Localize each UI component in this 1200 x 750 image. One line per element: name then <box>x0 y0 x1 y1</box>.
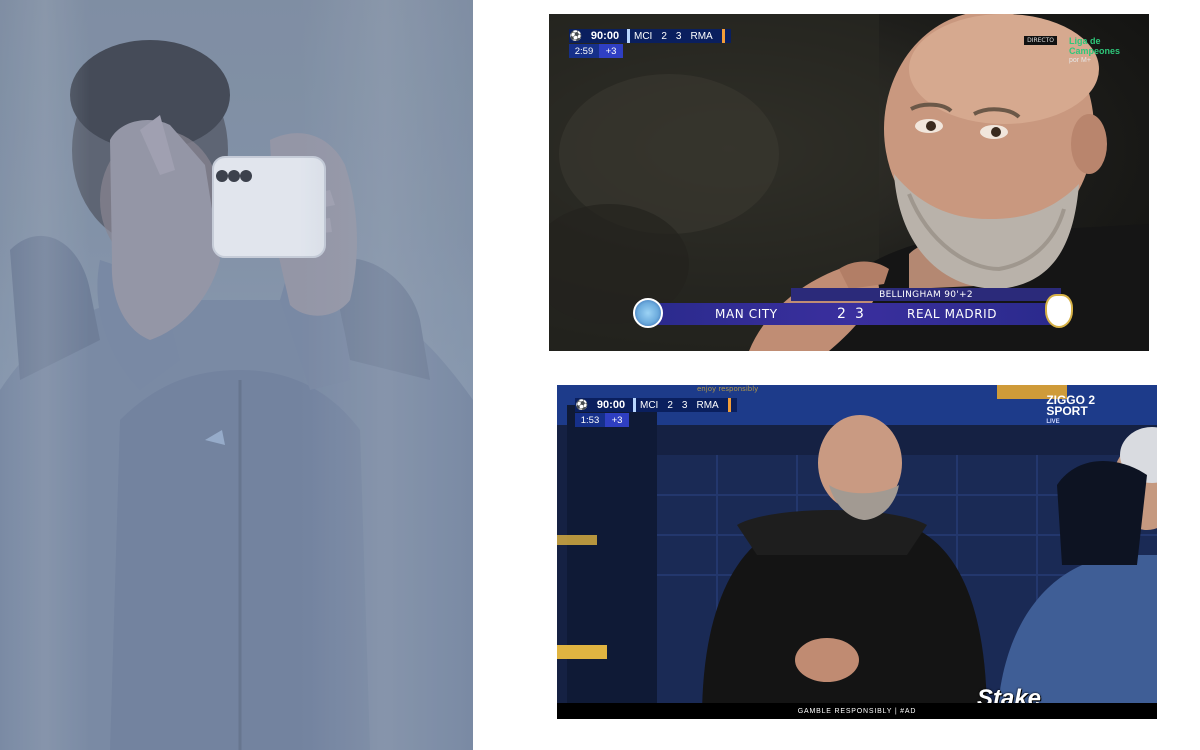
home-score: 2 <box>667 399 673 411</box>
channel-by: por M+ <box>1069 57 1091 64</box>
clock: 2:59 <box>569 44 599 58</box>
home-abbr: MCI <box>634 30 653 42</box>
home-score: 2 <box>661 30 667 42</box>
bench-scene <box>557 385 1157 719</box>
match-time: 90:00 <box>583 29 627 43</box>
clock: 1:53 <box>575 413 605 427</box>
away-score: 3 <box>681 399 688 411</box>
added-time: +3 <box>599 44 623 58</box>
away-abbr: RMA <box>696 399 719 411</box>
channel-name: Liga de Campeones <box>1069 36 1121 56</box>
champions-league-icon: ⚽ <box>569 29 583 43</box>
away-score: 3 <box>675 30 682 42</box>
away-team-name: REAL MADRID <box>907 307 998 321</box>
clasped-hands <box>795 638 859 682</box>
added-time: +3 <box>605 413 629 427</box>
goal-lower-third: BELLINGHAM 90'+2 MAN CITY 2 3 REAL MADRI… <box>633 288 1073 328</box>
away-team-score: 3 <box>855 306 865 322</box>
team-color-stripe <box>727 398 731 412</box>
goal-scorer: BELLINGHAM 90'+2 <box>791 288 1061 301</box>
channel-name-line2: SPORT <box>1046 404 1088 418</box>
fan-filming-photo <box>0 0 473 750</box>
man-city-crest-icon <box>633 298 663 328</box>
live-tag: DIRECTO <box>1024 36 1057 45</box>
live-tag: LIVE <box>1046 419 1060 425</box>
match-time: 90:00 <box>589 398 633 412</box>
home-team-score: 2 <box>837 306 847 322</box>
score-line: MCI 2 3 RMA <box>633 398 737 412</box>
champions-league-icon: ⚽ <box>575 398 589 412</box>
team-color-stripe <box>721 29 725 43</box>
channel-logo: Liga de Campeones por M+ <box>1069 36 1123 66</box>
gamble-responsibly-bar: GAMBLE RESPONSIBLY | #AD <box>557 703 1157 719</box>
away-abbr: RMA <box>690 30 713 42</box>
score-line: MCI 2 3 RMA <box>627 29 731 43</box>
real-madrid-crest-icon <box>1045 294 1073 328</box>
home-abbr: MCI <box>640 399 659 411</box>
home-team-name: MAN CITY <box>715 307 778 321</box>
goal-score-bar: MAN CITY 2 3 REAL MADRID <box>641 303 1061 325</box>
haze-overlay <box>0 0 473 750</box>
bottom-broadcast-frame: enjoy responsibly ⚽ 90:00 MCI 2 3 RMA 1:… <box>557 385 1157 719</box>
top-broadcast-frame: ⚽ 90:00 MCI 2 3 RMA 2:59 +3 DIRECTO Liga… <box>549 14 1149 351</box>
ziggo-sport-logo: ZIGGO 2 SPORT LIVE <box>1046 394 1095 428</box>
ad-banner-text: enjoy responsibly <box>697 385 759 393</box>
